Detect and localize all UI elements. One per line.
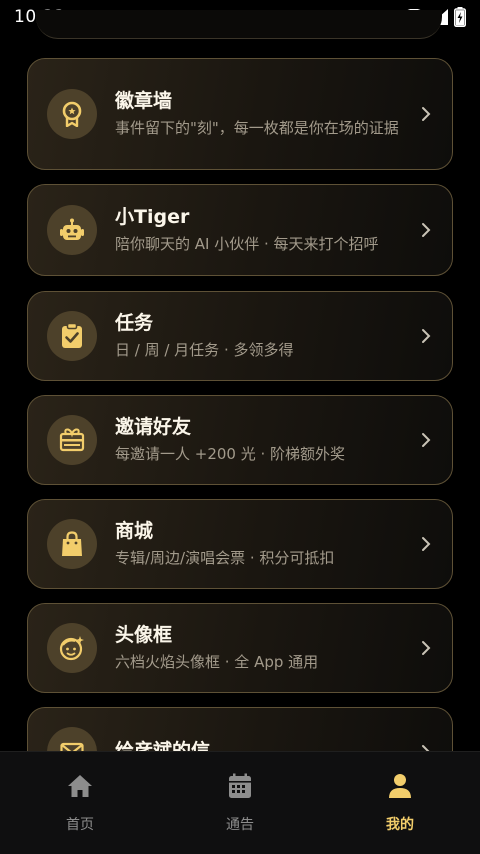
- chevron-right-icon: [422, 641, 431, 655]
- menu-item-desc: 事件留下的"刻"，每一枚都是你在场的证据: [115, 118, 399, 137]
- menu-item-text: 商城 专辑/周边/演唱会票 · 积分可抵扣: [115, 519, 402, 570]
- menu-item-avatar-frame[interactable]: 头像框 六档火焰头像框 · 全 App 通用: [27, 603, 453, 693]
- menu-item-title: 徽章墙: [115, 89, 173, 112]
- chevron-right-icon: [422, 433, 431, 447]
- menu-item-tasks[interactable]: 任务 日 / 周 / 月任务 · 多领多得: [27, 291, 453, 381]
- battery-charging-icon: [454, 7, 466, 27]
- menu-list: 徽章墙 事件留下的"刻"，每一枚都是你在场的证据 小Tiger 陪你聊天的 AI…: [0, 56, 480, 751]
- clipboard-check-icon: [47, 311, 97, 361]
- chevron-right-icon: [422, 329, 431, 343]
- chevron-right-icon: [422, 745, 430, 751]
- menu-item-text: 给彦斌的信: [115, 739, 402, 752]
- menu-item-title: 头像框: [115, 623, 173, 646]
- nav-item-announcements[interactable]: 通告: [160, 752, 320, 854]
- previous-card-edge: [36, 10, 442, 39]
- nav-label: 首页: [66, 817, 94, 833]
- menu-item-invite-friends[interactable]: 邀请好友 每邀请一人 +200 光 · 阶梯额外奖: [27, 395, 453, 485]
- menu-item-title: 任务: [115, 311, 154, 334]
- calendar-icon: [226, 772, 254, 800]
- menu-item-title: 商城: [115, 519, 154, 542]
- menu-item-shop[interactable]: 商城 专辑/周边/演唱会票 · 积分可抵扣: [27, 499, 453, 589]
- menu-item-desc: 每邀请一人 +200 光 · 阶梯额外奖: [115, 444, 346, 463]
- chevron-right-icon: [422, 223, 431, 237]
- nav-item-mine[interactable]: 我的: [320, 752, 480, 854]
- menu-item-badge-wall[interactable]: 徽章墙 事件留下的"刻"，每一枚都是你在场的证据: [27, 58, 453, 170]
- robot-icon: [47, 205, 97, 255]
- home-icon: [66, 772, 94, 800]
- menu-item-desc: 专辑/周边/演唱会票 · 积分可抵扣: [115, 548, 335, 567]
- menu-item-desc: 日 / 周 / 月任务 · 多领多得: [115, 340, 294, 359]
- mail-icon: [47, 727, 97, 751]
- menu-item-desc: 六档火焰头像框 · 全 App 通用: [115, 652, 319, 671]
- chevron-right-icon: [422, 537, 431, 551]
- menu-item-text: 邀请好友 每邀请一人 +200 光 · 阶梯额外奖: [115, 415, 402, 466]
- bottom-nav: 首页 通告 我的: [0, 751, 480, 854]
- face-icon: [47, 623, 97, 673]
- menu-item-text: 头像框 六档火焰头像框 · 全 App 通用: [115, 623, 402, 674]
- menu-item-text: 徽章墙 事件留下的"刻"，每一枚都是你在场的证据: [115, 89, 402, 140]
- menu-item-tiger[interactable]: 小Tiger 陪你聊天的 AI 小伙伴 · 每天来打个招呼: [27, 184, 453, 276]
- menu-item-letter[interactable]: 给彦斌的信: [27, 707, 453, 751]
- menu-item-text: 小Tiger 陪你聊天的 AI 小伙伴 · 每天来打个招呼: [115, 205, 402, 256]
- nav-label: 通告: [226, 817, 254, 833]
- person-icon: [386, 772, 414, 800]
- menu-item-text: 任务 日 / 周 / 月任务 · 多领多得: [115, 311, 402, 362]
- nav-item-home[interactable]: 首页: [0, 752, 160, 854]
- chevron-right-icon: [422, 107, 431, 121]
- gift-icon: [47, 415, 97, 465]
- badge-icon: [47, 89, 97, 139]
- menu-item-title: 邀请好友: [115, 415, 192, 438]
- nav-label: 我的: [386, 817, 414, 833]
- menu-item-title: 给彦斌的信: [115, 739, 211, 752]
- menu-item-desc: 陪你聊天的 AI 小伙伴 · 每天来打个招呼: [115, 234, 379, 253]
- shopping-bag-icon: [47, 519, 97, 569]
- menu-item-title: 小Tiger: [115, 205, 190, 228]
